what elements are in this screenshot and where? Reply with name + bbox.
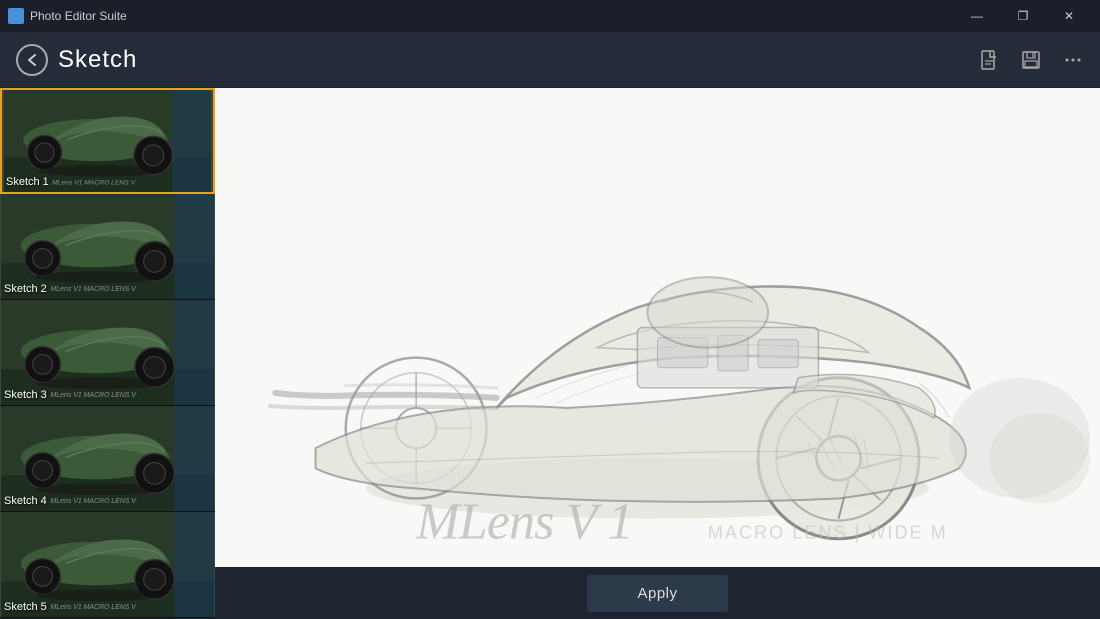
more-icon: [1062, 49, 1084, 71]
sketch-item-label-5: Sketch 5: [4, 601, 47, 613]
sketch-item-label-2: Sketch 2: [4, 283, 47, 295]
more-options-button[interactable]: [1062, 49, 1084, 71]
sketch-list-item-1[interactable]: MLens V1 MACRO LENS V Sketch 1: [0, 88, 215, 194]
sketch-item-label-4: Sketch 4: [4, 495, 47, 507]
sketch-image: MLens V 1 MACRO LENS | WIDE M: [215, 88, 1100, 567]
sketch-item-label-1: Sketch 1: [6, 176, 49, 188]
sketch-list-item-4[interactable]: MLens V1 MACRO LENS V Sketch 4: [0, 406, 215, 512]
sketch-preview: MLens V 1 MACRO LENS | WIDE M: [215, 88, 1100, 567]
header-right: [978, 49, 1084, 71]
app-icon: [8, 8, 24, 24]
save-button[interactable]: [1020, 49, 1042, 71]
title-bar-left: Photo Editor Suite: [8, 8, 127, 24]
sketch-list-item-2[interactable]: MLens V1 MACRO LENS V Sketch 2: [0, 194, 215, 300]
svg-text:MLens V1 MACRO LENS V: MLens V1 MACRO LENS V: [52, 179, 135, 186]
svg-text:MLens V 1: MLens V 1: [415, 493, 633, 551]
main-content: MLens V1 MACRO LENS V Sketch 1: [0, 88, 1100, 619]
title-bar: Photo Editor Suite — ❐ ✕: [0, 0, 1100, 32]
window-controls: — ❐ ✕: [954, 0, 1092, 32]
svg-text:MACRO LENS | WIDE M: MACRO LENS | WIDE M: [708, 523, 948, 543]
apply-button[interactable]: Apply: [587, 575, 727, 612]
sketch-list: MLens V1 MACRO LENS V Sketch 1: [0, 88, 215, 619]
svg-text:MLens V1 MACRO LENS V: MLens V1 MACRO LENS V: [51, 286, 138, 293]
app-title: Photo Editor Suite: [30, 9, 127, 23]
header-left: Sketch: [16, 44, 137, 76]
close-button[interactable]: ✕: [1046, 0, 1092, 32]
svg-text:MLens V1 MACRO LENS V: MLens V1 MACRO LENS V: [51, 498, 138, 505]
preview-area: MLens V 1 MACRO LENS | WIDE M Apply: [215, 88, 1100, 619]
apply-button-bar: Apply: [215, 567, 1100, 619]
sketch-list-item-3[interactable]: MLens V1 MACRO LENS V Sketch 3: [0, 300, 215, 406]
sketch-list-item-5[interactable]: MLens V1 MACRO LENS V Sketch 5: [0, 512, 215, 618]
back-icon: [25, 53, 39, 67]
back-button[interactable]: [16, 44, 48, 76]
new-file-button[interactable]: [978, 49, 1000, 71]
new-file-icon: [978, 49, 1000, 71]
save-icon: [1020, 49, 1042, 71]
sketch-item-label-3: Sketch 3: [4, 389, 47, 401]
svg-text:MLens V1 MACRO LENS V: MLens V1 MACRO LENS V: [51, 392, 138, 399]
svg-text:MLens V1 MACRO LENS V: MLens V1 MACRO LENS V: [51, 604, 138, 611]
minimize-button[interactable]: —: [954, 0, 1000, 32]
maximize-button[interactable]: ❐: [1000, 0, 1046, 32]
header-bar: Sketch: [0, 32, 1100, 88]
page-title: Sketch: [58, 46, 137, 74]
